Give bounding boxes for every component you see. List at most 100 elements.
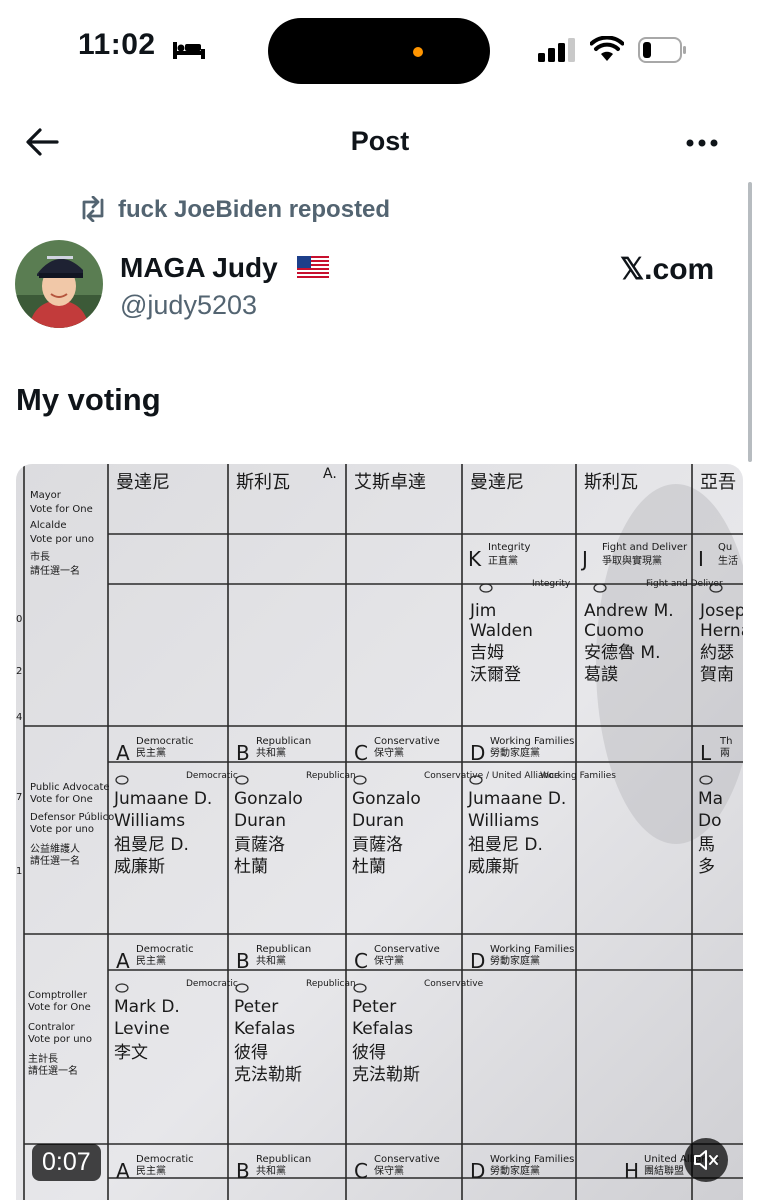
- ballot-party-letter: K: [468, 547, 482, 571]
- dynamic-island: [268, 18, 490, 84]
- ballot-office-label: Public Advocate: [30, 782, 110, 793]
- ballot-party-zh: 團結聯盟: [644, 1164, 684, 1177]
- ballot-candidate-name: Mark D.: [114, 997, 180, 1017]
- ballot-candidate-name: Peter: [234, 997, 278, 1017]
- ballot-candidate-party: Republican: [306, 979, 356, 989]
- ballot-candidate-zh: 杜蘭: [234, 857, 268, 877]
- ballot-party-letter: I: [698, 547, 704, 571]
- ballot-party-name: Democratic: [136, 1154, 194, 1165]
- ballot-top-name: 斯利瓦: [236, 472, 290, 493]
- ballot-party-zh: 勞動家庭黨: [490, 746, 540, 759]
- more-options-icon[interactable]: [682, 128, 722, 158]
- ballot-party-name: Republican: [256, 944, 311, 955]
- ballot-candidate-zh: 杜蘭: [352, 857, 386, 877]
- ballot-party-letter: C: [354, 1159, 368, 1183]
- ballot-candidate-zh: 安德魯 M.: [584, 643, 660, 663]
- ballot-party-zh: 民主黨: [136, 746, 166, 759]
- ballot-candidate-zh: 李文: [114, 1043, 148, 1063]
- ballot-candidate-zh: 賀南: [700, 665, 734, 685]
- author-name[interactable]: MAGA Judy: [120, 252, 278, 284]
- us-flag-icon: [297, 256, 329, 278]
- sleep-focus-icon: [173, 42, 205, 59]
- ballot-candidate-party: Democratic: [186, 979, 238, 989]
- ballot-candidate-zh: 克法勒斯: [234, 1065, 302, 1085]
- ballot-candidate-name: Levine: [114, 1019, 170, 1039]
- ballot-candidate-zh: 威廉斯: [468, 857, 519, 877]
- ballot-candidate-name: Duran: [352, 811, 404, 831]
- ballot-margin-number: 0: [16, 614, 22, 625]
- ballot-party-name: Working Families: [490, 944, 574, 955]
- ballot-candidate-party: Working Families: [540, 771, 616, 781]
- ballot-party-zh: 共和黨: [256, 1164, 286, 1177]
- author-handle[interactable]: @judy5203: [120, 290, 257, 321]
- ballot-candidate-name: Do: [698, 811, 722, 831]
- ballot-party-zh: 共和黨: [256, 746, 286, 759]
- ballot-candidate-zh: 威廉斯: [114, 857, 165, 877]
- ballot-image: 曼達尼 斯利瓦 A. 艾斯卓達 曼達尼 斯利瓦 亞吾 0 2 4 7 1 Mayor Vote for O…: [16, 464, 743, 1200]
- ballot-party-letter: C: [354, 949, 368, 973]
- page-title: Post: [350, 126, 410, 156]
- ballot-candidate-party: Integrity: [532, 579, 571, 589]
- ballot-candidate-zh: 彼得: [234, 1043, 268, 1063]
- ballot-office-label: 請任選一名: [30, 854, 80, 867]
- video-player[interactable]: 曼達尼 斯利瓦 A. 艾斯卓達 曼達尼 斯利瓦 亞吾 0 2 4 7 1 Mayor Vote for O…: [16, 464, 743, 1200]
- ballot-party-letter: D: [470, 949, 485, 973]
- ballot-margin-number: 7: [16, 792, 22, 803]
- ballot-candidate-zh: 多: [698, 857, 715, 877]
- ballot-margin-number: 2: [16, 666, 22, 677]
- ballot-party-zh: 爭取與實現黨: [602, 554, 662, 567]
- ballot-party-zh: 共和黨: [256, 954, 286, 967]
- ballot-candidate-name: Gonzalo: [234, 789, 303, 809]
- ballot-office-label: 請任選一名: [30, 564, 80, 577]
- ballot-office-label: 市長: [30, 550, 50, 563]
- ballot-candidate-zh: 吉姆: [470, 643, 504, 663]
- ballot-party-name: Conservative: [374, 944, 440, 955]
- ballot-party-letter: B: [236, 949, 250, 973]
- ballot-top-name: 艾斯卓達: [354, 472, 426, 493]
- scrollbar[interactable]: [748, 182, 752, 462]
- ballot-office-label: Contralor: [28, 1022, 75, 1033]
- ballot-candidate-zh: 馬: [698, 835, 715, 855]
- ballot-candidate-name: Kefalas: [234, 1019, 295, 1039]
- repost-label[interactable]: fuck JoeBiden reposted: [118, 196, 390, 224]
- ballot-party-letter: J: [580, 547, 588, 571]
- ballot-candidate-zh: 貢薩洛: [234, 835, 285, 855]
- ballot-party-letter: D: [470, 1159, 485, 1183]
- ballot-candidate-name: Jumaane D.: [467, 789, 566, 809]
- ballot-candidate-zh: 葛謨: [584, 665, 618, 685]
- ballot-top-name-initial: A.: [323, 466, 337, 482]
- ballot-candidate-name: Ma: [698, 789, 723, 809]
- ballot-party-name: Democratic: [136, 944, 194, 955]
- ballot-top-name: 曼達尼: [470, 472, 524, 493]
- ballot-office-label: Vote por uno: [30, 534, 94, 545]
- avatar[interactable]: [15, 240, 103, 328]
- ballot-candidate-zh: 貢薩洛: [352, 835, 403, 855]
- ballot-party-letter: A: [116, 1159, 130, 1183]
- repost-icon: [82, 196, 104, 222]
- ballot-candidate-name: Andrew M.: [584, 601, 674, 621]
- ballot-top-name: 亞吾: [700, 472, 736, 493]
- post-text: My voting: [16, 382, 161, 417]
- ballot-office-label: Vote por uno: [28, 1034, 92, 1045]
- ballot-party-letter: H: [624, 1159, 639, 1183]
- ballot-candidate-zh: 克法勒斯: [352, 1065, 420, 1085]
- ballot-office-label: Defensor Público: [30, 811, 114, 823]
- ballot-party-zh: 民主黨: [136, 954, 166, 967]
- ballot-office-label: 公益維護人: [30, 842, 80, 855]
- recording-indicator: [413, 47, 423, 57]
- source-label[interactable]: 𝕏.com: [620, 252, 714, 287]
- ballot-party-letter: B: [236, 1159, 250, 1183]
- ballot-party-zh: 正直黨: [488, 554, 518, 567]
- ballot-top-name: 曼達尼: [116, 472, 170, 493]
- ballot-margin-number: 4: [16, 712, 22, 723]
- ballot-candidate-name: Josep: [699, 601, 743, 621]
- cellular-signal-icon: [538, 38, 575, 62]
- ballot-candidate-name: Herna: [700, 621, 743, 641]
- ballot-candidate-name: Walden: [470, 621, 533, 641]
- ballot-party-name: Fight and Deliver: [602, 542, 688, 553]
- ballot-office-label: 請任選一名: [28, 1064, 78, 1077]
- ballot-party-letter: L: [700, 741, 712, 765]
- mute-button[interactable]: [684, 1138, 728, 1182]
- ballot-party-zh: 民主黨: [136, 1164, 166, 1177]
- ballot-candidate-name: Williams: [114, 811, 185, 831]
